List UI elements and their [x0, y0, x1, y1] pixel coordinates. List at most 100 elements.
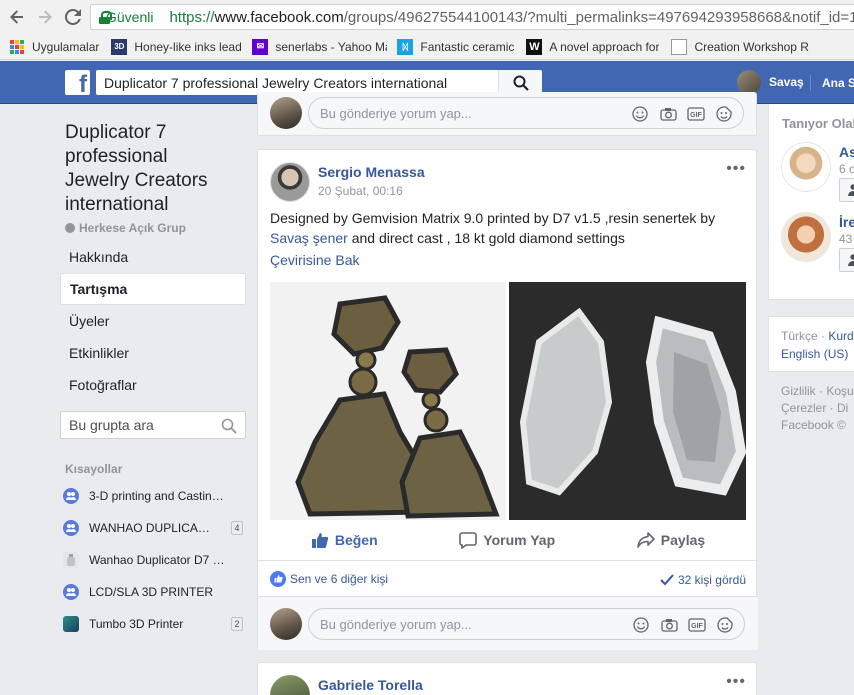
- home-link[interactable]: Ana S: [822, 76, 854, 90]
- shortcuts-list: 3-D printing and Castin… WANHAO DUPLICA……: [63, 480, 243, 640]
- language-link[interactable]: English (US): [781, 345, 854, 363]
- comment-row: Bu gönderiye yorum yap... GIF: [270, 97, 744, 129]
- url-path: /groups/496275544100143/?multi_permalink…: [343, 8, 854, 26]
- facebook-logo-icon[interactable]: f: [65, 70, 90, 97]
- bookmark-ceramic[interactable]: ᛞ Fantastic ceramic: [397, 38, 514, 55]
- group-search-placeholder: Bu grupta ara: [69, 417, 154, 433]
- speech-bubble-icon: [459, 532, 478, 549]
- forward-button[interactable]: [34, 6, 56, 28]
- post-author-avatar[interactable]: [270, 162, 310, 202]
- shortcuts-heading: Kısayollar: [65, 462, 123, 476]
- like-button[interactable]: Beğen: [311, 531, 378, 549]
- shortcut-item[interactable]: WANHAO DUPLICA… 4: [63, 512, 243, 544]
- sticker-icon[interactable]: [715, 106, 733, 122]
- emoji-icon[interactable]: [632, 617, 650, 633]
- 3d-icon: 3D: [111, 38, 128, 55]
- group-nav-members[interactable]: Üyeler: [60, 305, 246, 337]
- camera-icon[interactable]: [659, 106, 677, 122]
- group-nav-events[interactable]: Etkinlikler: [60, 337, 246, 369]
- post-text: Designed by Gemvision Matrix 9.0 printed…: [270, 208, 740, 248]
- language-link[interactable]: Kurd: [828, 329, 853, 343]
- group-title[interactable]: Duplicator 7 professional Jewelry Creato…: [65, 121, 235, 217]
- avatar[interactable]: [781, 142, 831, 192]
- gif-icon[interactable]: GIF: [687, 106, 705, 122]
- group-icon: [63, 520, 79, 536]
- next-post-card: Gabriele Torella •••: [257, 662, 757, 695]
- group-nav-discussion[interactable]: Tartışma: [60, 273, 246, 305]
- share-button[interactable]: Paylaş: [636, 531, 706, 549]
- seen-by[interactable]: 32 kişi gördü: [660, 573, 746, 587]
- shortcut-label: Tumbo 3D Printer: [89, 617, 184, 631]
- url-host: www.facebook.com: [214, 8, 344, 26]
- add-friend-button[interactable]: [839, 178, 854, 202]
- person-mutual: 6 o: [839, 162, 854, 176]
- post-author-name[interactable]: Sergio Menassa: [318, 164, 425, 180]
- bookmark-novel-approach[interactable]: W A novel approach for: [526, 38, 660, 55]
- post-comment-composer: Bu gönderiye yorum yap... GIF: [258, 596, 758, 650]
- footer-line[interactable]: Gizlilik · Koşu: [781, 383, 854, 400]
- person-name[interactable]: As: [839, 144, 854, 160]
- footer-line[interactable]: Çerezler · Di: [781, 400, 854, 417]
- secure-label: Güvenli: [106, 9, 154, 25]
- emoji-icon[interactable]: [631, 106, 649, 122]
- bookmark-honey-inks[interactable]: 3D Honey-like inks lead t: [111, 38, 242, 55]
- url-bar[interactable]: Güvenli https://www.facebook.com/groups/…: [90, 4, 854, 30]
- nav-divider: [810, 75, 811, 91]
- comment-button[interactable]: Yorum Yap: [459, 531, 555, 549]
- post-author-avatar[interactable]: [270, 675, 310, 695]
- language-selector: Türkçe · Kurd English (US): [768, 316, 854, 372]
- shortcut-item[interactable]: LCD/SLA 3D PRINTER: [63, 576, 243, 608]
- sticker-icon[interactable]: [716, 617, 734, 633]
- more-options-icon[interactable]: •••: [726, 673, 746, 691]
- mail-icon: ✉: [252, 38, 269, 55]
- comment-input[interactable]: Bu gönderiye yorum yap... GIF: [308, 608, 745, 640]
- comment-label: Yorum Yap: [483, 532, 556, 548]
- group-search-input[interactable]: Bu grupta ara: [60, 411, 246, 439]
- post-timestamp[interactable]: 20 Şubat, 00:16: [318, 184, 403, 198]
- camera-icon[interactable]: [660, 617, 678, 633]
- post-text-part: Designed by Gemvision Matrix 9.0 printed…: [270, 210, 716, 226]
- bookmark-yahoo-mail[interactable]: ✉ senerlabs - Yahoo Ma: [252, 38, 387, 55]
- reload-button[interactable]: [62, 6, 84, 28]
- globe-icon: [65, 223, 75, 233]
- seen-count: 32 kişi gördü: [677, 573, 746, 587]
- post-photo-earrings[interactable]: [270, 282, 506, 520]
- bookmarks-bar: Uygulamalar 3D Honey-like inks lead t ✉ …: [0, 34, 854, 60]
- bookmark-apps[interactable]: Uygulamalar: [9, 39, 99, 55]
- see-translation-link[interactable]: Çevirisine Bak: [270, 252, 359, 268]
- w-icon: W: [526, 38, 543, 55]
- shortcut-item[interactable]: Wanhao Duplicator D7 …: [63, 544, 243, 576]
- avatar[interactable]: [781, 212, 831, 262]
- group-nav-photos[interactable]: Fotoğraflar: [60, 369, 246, 401]
- person-mutual: 43: [839, 232, 853, 246]
- bookmark-label: A novel approach for: [549, 39, 660, 54]
- group-privacy-label: Herkese Açık Grup: [79, 221, 186, 235]
- post-author-name[interactable]: Gabriele Torella: [318, 677, 423, 693]
- group-nav: Hakkında Tartışma Üyeler Etkinlikler Fot…: [60, 241, 246, 401]
- group-nav-about[interactable]: Hakkında: [60, 241, 246, 273]
- avatar: [737, 70, 761, 94]
- checkmark-icon: [660, 574, 674, 586]
- reactions-count-link[interactable]: Sen ve 6 diğer kişi: [290, 572, 388, 586]
- add-friend-button[interactable]: [839, 248, 854, 272]
- more-options-icon[interactable]: •••: [726, 160, 746, 178]
- footer-line: Facebook ©: [781, 418, 846, 432]
- arrow-right-icon: [39, 10, 52, 24]
- user-name: Savaş: [769, 75, 804, 89]
- shortcut-label: 3-D printing and Castin…: [89, 489, 224, 503]
- mention-link[interactable]: Savaş şener: [270, 230, 348, 246]
- shortcut-item[interactable]: 3-D printing and Castin…: [63, 480, 243, 512]
- add-friend-icon: [848, 254, 854, 266]
- bookmark-creation-workshop[interactable]: Creation Workshop R: [671, 38, 809, 55]
- share-label: Paylaş: [660, 532, 706, 548]
- profile-link[interactable]: Savaş: [737, 70, 804, 94]
- shortcut-item[interactable]: Tumbo 3D Printer 2: [63, 608, 243, 640]
- footer-links: Gizlilik · Koşu Çerezler · Di Facebook ©: [781, 383, 854, 434]
- avatar: [270, 97, 302, 129]
- gif-icon[interactable]: GIF: [688, 617, 706, 633]
- apps-grid-icon: [9, 39, 25, 55]
- comment-input[interactable]: Bu gönderiye yorum yap... GIF: [308, 97, 744, 129]
- post-photo-resin-models[interactable]: [509, 282, 746, 520]
- back-button[interactable]: [6, 6, 28, 28]
- person-name[interactable]: İre: [839, 214, 854, 230]
